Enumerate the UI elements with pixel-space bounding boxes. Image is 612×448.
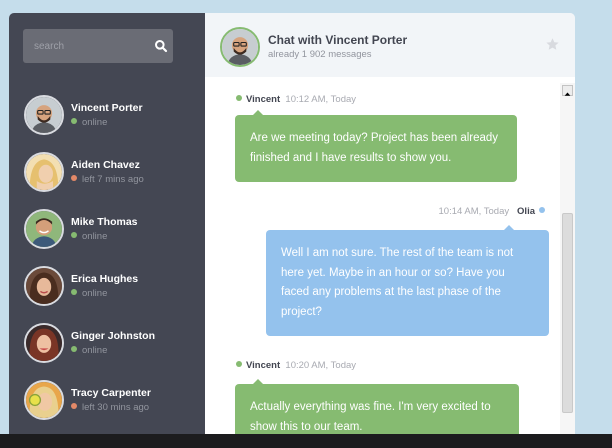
message-time: 10:14 AM, Today: [438, 206, 510, 217]
person-name: Aiden Chavez: [71, 159, 140, 171]
chat-title: Chat with Vincent Porter: [268, 33, 408, 47]
scroll-up-arrow[interactable]: [562, 85, 573, 96]
people-sidebar: Vincent Porter online Aiden Chavez left …: [9, 13, 205, 434]
person-item[interactable]: Tracy Carpenter left 30 mins ago: [9, 378, 205, 434]
message-meta: Vincent 10:20 AM, Today: [236, 360, 356, 371]
status-dot: [71, 175, 77, 181]
bottom-bar: [0, 434, 612, 448]
avatar: [24, 323, 64, 363]
person-status: left 30 mins ago: [71, 402, 149, 413]
message-bubble: Well I am not sure. The rest of the team…: [266, 225, 549, 336]
message-bubble: Actually everything was fine. I'm very e…: [235, 379, 519, 434]
star-icon[interactable]: [545, 37, 560, 52]
scroll-thumb[interactable]: [562, 213, 573, 413]
person-item[interactable]: Vincent Porter online: [9, 93, 205, 150]
status-dot: [71, 346, 77, 352]
chat-app: Vincent Porter online Aiden Chavez left …: [9, 13, 575, 434]
status-dot: [71, 289, 77, 295]
status-dot: [236, 361, 242, 367]
avatar: [24, 95, 64, 135]
chat-panel: Vincent 10:12 AM, Today Are we meeting t…: [205, 13, 575, 434]
message-time: 10:20 AM, Today: [285, 360, 357, 371]
person-item[interactable]: Mike Thomas online: [9, 207, 205, 264]
person-status: online: [71, 231, 107, 242]
person-name: Ginger Johnston: [71, 330, 155, 342]
search-icon[interactable]: [154, 39, 168, 53]
status-dot: [71, 118, 77, 124]
chat-header: Chat with Vincent Porter already 1 902 m…: [205, 13, 575, 79]
status-text: online: [82, 117, 108, 128]
person-status: online: [71, 117, 107, 128]
search-input[interactable]: [23, 29, 143, 63]
person-name: Erica Hughes: [71, 273, 139, 285]
message-meta: Vincent 10:12 AM, Today: [236, 94, 356, 105]
person-name: Mike Thomas: [71, 216, 138, 228]
status-dot: [71, 232, 77, 238]
chat-scrollbar[interactable]: [560, 83, 575, 434]
avatar: [24, 152, 64, 192]
person-status: online: [71, 345, 107, 356]
status-text: online: [82, 345, 108, 356]
message-count: already 1 902 messages: [268, 49, 372, 60]
message-meta: 10:14 AM, Today Olia: [439, 206, 545, 217]
status-dot: [236, 95, 242, 101]
message-text: Well I am not sure. The rest of the team…: [281, 247, 514, 318]
person-item[interactable]: Aiden Chavez left 7 mins ago: [9, 150, 205, 207]
status-dot: [71, 403, 77, 409]
avatar: [24, 209, 64, 249]
status-dot: [539, 207, 545, 213]
search-box: [23, 29, 173, 63]
status-text: left 7 mins ago: [82, 174, 144, 185]
person-item[interactable]: Erica Hughes online: [9, 264, 205, 321]
message-bubble: Are we meeting today? Project has been a…: [235, 110, 517, 182]
person-name: Tracy Carpenter: [71, 387, 151, 399]
message-sender: Olia: [517, 206, 535, 217]
avatar: [24, 380, 64, 420]
person-name: Vincent Porter: [71, 102, 143, 114]
status-text: online: [82, 231, 108, 242]
avatar: [24, 266, 64, 306]
person-item[interactable]: Ginger Johnston online: [9, 321, 205, 378]
person-status: left 7 mins ago: [71, 174, 144, 185]
message-sender: Vincent: [246, 360, 281, 371]
message-text: Are we meeting today? Project has been a…: [250, 132, 499, 164]
chat-history[interactable]: Vincent 10:12 AM, Today Are we meeting t…: [205, 79, 575, 434]
status-text: online: [82, 288, 108, 299]
people-list: Vincent Porter online Aiden Chavez left …: [9, 93, 205, 434]
message-sender: Vincent: [246, 94, 281, 105]
status-text: left 30 mins ago: [82, 402, 150, 413]
message-text: Actually everything was fine. I'm very e…: [250, 401, 491, 433]
message-time: 10:12 AM, Today: [285, 94, 357, 105]
person-status: online: [71, 288, 107, 299]
avatar: [220, 27, 260, 67]
